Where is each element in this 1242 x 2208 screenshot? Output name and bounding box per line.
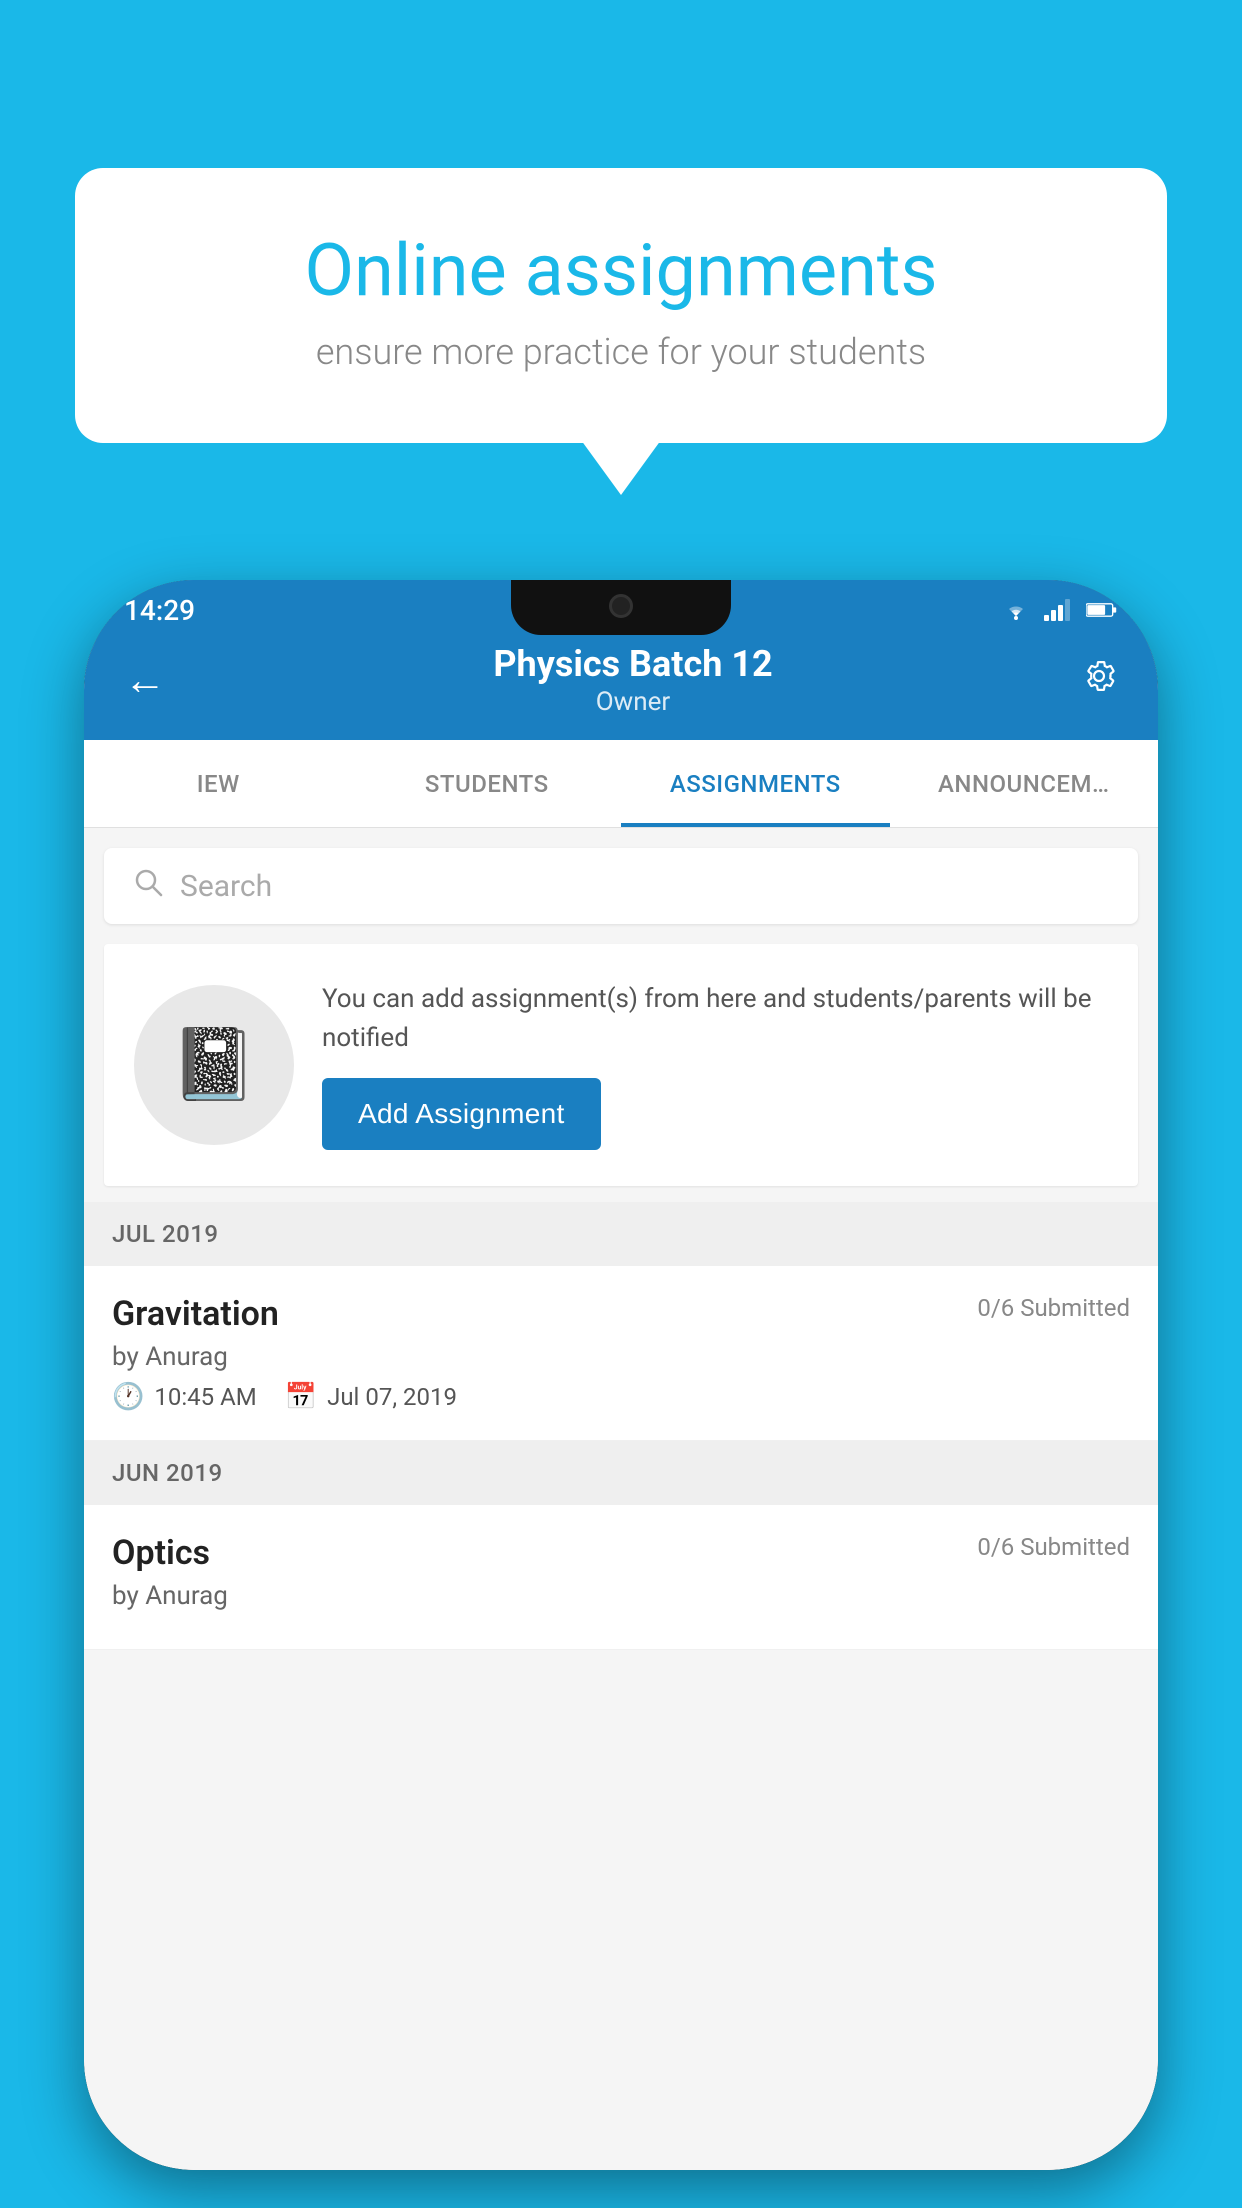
assignment-submitted: 0/6 Submitted [977,1294,1130,1322]
assignment-date: 📅 Jul 07, 2019 [285,1382,457,1412]
calendar-icon: 📅 [285,1382,317,1412]
clock-icon: 🕐 [112,1382,144,1412]
search-icon [132,866,164,906]
section-header-jun: JUN 2019 [84,1441,1158,1505]
add-assignment-button[interactable]: Add Assignment [322,1078,601,1150]
empty-icon-circle: 📓 [134,985,294,1145]
app-bar-subtitle: Owner [186,687,1080,717]
assignment-item-optics[interactable]: Optics 0/6 Submitted by Anurag [84,1505,1158,1650]
signal-icon [1044,599,1072,621]
assignment-submitted-optics: 0/6 Submitted [977,1533,1130,1561]
tabs-bar: IEW STUDENTS ASSIGNMENTS ANNOUNCEM… [84,740,1158,828]
tab-iew[interactable]: IEW [84,740,353,827]
tab-assignments[interactable]: ASSIGNMENTS [621,740,890,827]
phone-camera [609,594,633,618]
phone-frame: 14:29 [84,580,1158,2170]
assignment-item-top: Gravitation 0/6 Submitted [112,1294,1130,1334]
assignment-item-top-optics: Optics 0/6 Submitted [112,1533,1130,1573]
notebook-icon: 📓 [170,1024,257,1106]
settings-button[interactable] [1080,657,1118,704]
assignment-author-optics: by Anurag [112,1581,1130,1611]
app-bar-title: Physics Batch 12 [186,643,1080,686]
status-time: 14:29 [124,594,195,627]
speech-bubble: Online assignments ensure more practice … [75,168,1167,443]
speech-bubble-container: Online assignments ensure more practice … [75,168,1167,443]
tab-students[interactable]: STUDENTS [353,740,622,827]
app-screen: 14:29 [84,580,1158,2170]
back-button[interactable]: ← [124,656,166,705]
phone-notch [511,580,731,635]
assignment-time: 🕐 10:45 AM [112,1382,257,1412]
assignment-author: by Anurag [112,1342,1130,1372]
assignment-meta: 🕐 10:45 AM 📅 Jul 07, 2019 [112,1382,1130,1412]
speech-bubble-subtitle: ensure more practice for your students [155,331,1087,373]
empty-state: 📓 You can add assignment(s) from here an… [104,944,1138,1186]
assignment-name-optics: Optics [112,1533,210,1573]
speech-bubble-title: Online assignments [155,228,1087,313]
assignment-name: Gravitation [112,1294,279,1334]
tab-announcements[interactable]: ANNOUNCEM… [890,740,1159,827]
empty-state-right: You can add assignment(s) from here and … [322,980,1108,1150]
app-bar-center: Physics Batch 12 Owner [186,643,1080,716]
gear-icon [1080,657,1118,695]
battery-icon [1086,601,1118,619]
search-bar[interactable]: Search [104,848,1138,924]
status-icons [1002,599,1118,621]
empty-state-description: You can add assignment(s) from here and … [322,980,1108,1058]
assignment-item-gravitation[interactable]: Gravitation 0/6 Submitted by Anurag 🕐 10… [84,1266,1158,1441]
search-placeholder: Search [180,869,272,904]
section-header-jul: JUL 2019 [84,1202,1158,1266]
scroll-content: Search 📓 You can add assignment(s) from … [84,828,1158,2170]
wifi-icon [1002,600,1030,620]
